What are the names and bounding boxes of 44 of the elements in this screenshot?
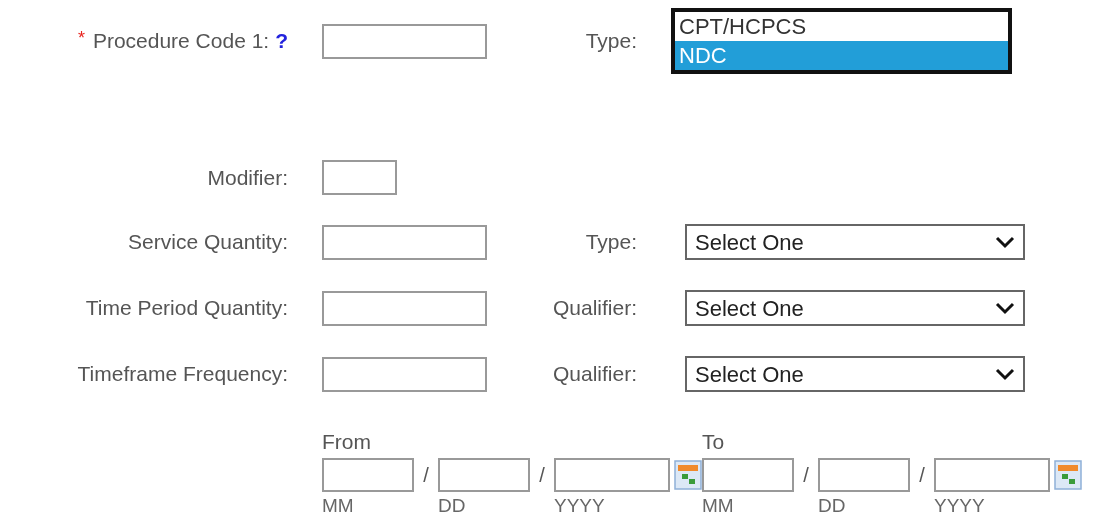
- field-label: Service Quantity:: [128, 230, 288, 254]
- date-input[interactable]: [818, 457, 910, 492]
- required-mark: *: [77, 28, 85, 49]
- field-label: Timeframe Frequency:: [77, 362, 288, 386]
- listbox-option[interactable]: CPT/HCPCS: [675, 12, 1008, 41]
- input-field[interactable]: [322, 224, 487, 260]
- select-dropdown[interactable]: Select One: [685, 224, 1025, 260]
- date-input[interactable]: [554, 457, 670, 492]
- select-dropdown[interactable]: Select One: [685, 290, 1025, 326]
- input-field[interactable]: [322, 356, 487, 392]
- select-dropdown[interactable]: Select One: [685, 356, 1025, 392]
- input-field[interactable]: [322, 160, 397, 195]
- type-listbox[interactable]: CPT/HCPCS NDC: [671, 8, 1012, 74]
- date-part-label: MM: [322, 494, 354, 516]
- input-field[interactable]: [322, 23, 487, 59]
- field-label: Qualifier:: [551, 295, 637, 322]
- date-part-label: YYYY: [934, 494, 985, 516]
- date-separator: /: [538, 462, 546, 488]
- date-input[interactable]: [934, 457, 1050, 492]
- field-label: Time Period Quantity:: [85, 296, 288, 320]
- date-part-label: YYYY: [554, 494, 605, 516]
- date-part-label: DD: [438, 494, 466, 516]
- field-label: Type:: [584, 229, 637, 256]
- calendar-icon[interactable]: [674, 459, 702, 490]
- date-input[interactable]: [438, 457, 530, 492]
- field-label: Procedure Code 1:: [92, 29, 270, 53]
- date-input[interactable]: [702, 457, 794, 492]
- date-separator: /: [422, 462, 430, 488]
- field-label: Modifier:: [207, 165, 288, 189]
- field-label: Type:: [584, 28, 637, 55]
- date-part-label: MM: [702, 494, 734, 516]
- chevron-down-icon: [995, 301, 1015, 315]
- date-separator: /: [918, 462, 926, 488]
- date-range-label: To: [702, 429, 726, 455]
- input-field[interactable]: [322, 290, 487, 326]
- date-separator: /: [802, 462, 810, 488]
- chevron-down-icon: [995, 235, 1015, 249]
- help-link[interactable]: ?: [275, 29, 288, 53]
- field-label: Qualifier:: [551, 361, 637, 388]
- chevron-down-icon: [995, 367, 1015, 381]
- date-part-label: DD: [818, 494, 846, 516]
- date-input[interactable]: [322, 457, 414, 492]
- date-range-label: From: [322, 429, 372, 455]
- calendar-icon[interactable]: [1054, 459, 1082, 490]
